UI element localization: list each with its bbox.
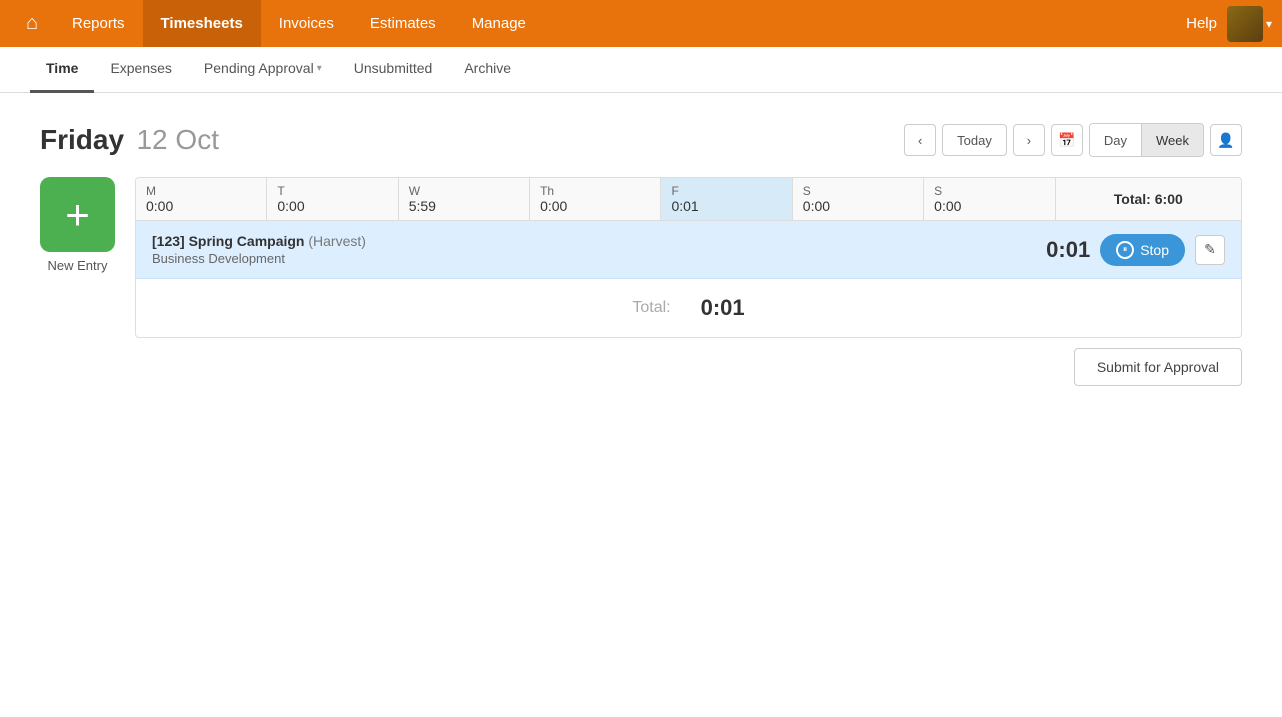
time-entry-row: [123] Spring Campaign (Harvest) Business… xyxy=(136,221,1241,279)
submit-for-approval-button[interactable]: Submit for Approval xyxy=(1074,348,1242,386)
new-entry-label: New Entry xyxy=(48,258,108,273)
mon-abbr: M xyxy=(146,184,256,198)
sub-nav: Time Expenses Pending Approval ▾ Unsubmi… xyxy=(0,47,1282,93)
date-controls: ‹ Today › 📅 Day Week 👤 xyxy=(904,123,1242,157)
entry-task: Business Development xyxy=(152,251,366,266)
total-label: Total: xyxy=(632,299,670,317)
new-entry-button[interactable]: + New Entry xyxy=(40,177,115,273)
sat-time: 0:00 xyxy=(803,198,913,214)
tab-expenses[interactable]: Expenses xyxy=(94,47,187,93)
nav-item-invoices[interactable]: Invoices xyxy=(261,0,352,47)
day-view-button[interactable]: Day xyxy=(1090,124,1142,156)
week-total-label: Total: xyxy=(1114,191,1151,207)
pending-approval-arrow: ▾ xyxy=(317,63,322,74)
week-day-mon: M 0:00 xyxy=(136,178,267,220)
week-day-tue: T 0:00 xyxy=(267,178,398,220)
week-day-fri: F 0:01 xyxy=(661,178,792,220)
top-nav: ⌂ Reports Timesheets Invoices Estimates … xyxy=(0,0,1282,47)
stop-icon: ⏸ xyxy=(1116,241,1134,259)
calendar-button[interactable]: 📅 xyxy=(1051,124,1083,156)
tab-time[interactable]: Time xyxy=(30,47,94,93)
tue-abbr: T xyxy=(277,184,387,198)
entry-time: 0:01 xyxy=(1046,237,1090,263)
new-entry-plus-icon: + xyxy=(40,177,115,252)
avatar-image xyxy=(1227,6,1263,42)
week-day-thu: Th 0:00 xyxy=(530,178,661,220)
user-dropdown-arrow: ▾ xyxy=(1266,17,1272,31)
prev-week-button[interactable]: ‹ xyxy=(904,124,936,156)
entry-right: 0:01 ⏸ Stop ✎ xyxy=(1046,234,1225,266)
home-icon: ⌂ xyxy=(26,12,38,35)
tue-time: 0:00 xyxy=(277,198,387,214)
entry-project-name: [123] Spring Campaign xyxy=(152,233,304,249)
total-value: 0:01 xyxy=(701,295,745,321)
tab-pending-approval[interactable]: Pending Approval ▾ xyxy=(188,47,338,93)
week-total-value: 6:00 xyxy=(1155,191,1183,207)
help-link[interactable]: Help xyxy=(1186,15,1217,32)
edit-icon: ✎ xyxy=(1204,241,1216,258)
day-date: 12 Oct xyxy=(136,124,218,155)
sun-abbr: S xyxy=(934,184,1044,198)
right-nav: Help ▾ xyxy=(1186,6,1272,42)
stop-button[interactable]: ⏸ Stop xyxy=(1100,234,1185,266)
next-week-button[interactable]: › xyxy=(1013,124,1045,156)
tab-archive[interactable]: Archive xyxy=(448,47,527,93)
home-button[interactable]: ⌂ xyxy=(10,0,54,47)
week-day-wed: W 5:59 xyxy=(399,178,530,220)
nav-item-reports[interactable]: Reports xyxy=(54,0,143,47)
main-content: Friday 12 Oct ‹ Today › 📅 Day Week 👤 + N… xyxy=(0,93,1282,717)
thu-time: 0:00 xyxy=(540,198,650,214)
entry-client-label: (Harvest) xyxy=(308,233,366,249)
tab-unsubmitted[interactable]: Unsubmitted xyxy=(338,47,449,93)
thu-abbr: Th xyxy=(540,184,650,198)
user-menu[interactable]: ▾ xyxy=(1227,6,1272,42)
sun-time: 0:00 xyxy=(934,198,1044,214)
fri-time: 0:01 xyxy=(671,198,781,214)
week-view-button[interactable]: Week xyxy=(1142,124,1203,156)
week-total: Total: 6:00 xyxy=(1056,178,1242,220)
date-header: Friday 12 Oct ‹ Today › 📅 Day Week 👤 xyxy=(40,123,1242,157)
wed-abbr: W xyxy=(409,184,519,198)
calendar-icon: 📅 xyxy=(1058,132,1075,149)
week-day-sun: S 0:00 xyxy=(924,178,1055,220)
fri-abbr: F xyxy=(671,184,781,198)
view-toggle-group: Day Week xyxy=(1089,123,1204,157)
nav-item-timesheets[interactable]: Timesheets xyxy=(143,0,261,47)
team-button[interactable]: 👤 xyxy=(1210,124,1242,156)
today-button[interactable]: Today xyxy=(942,124,1007,156)
entry-project: [123] Spring Campaign (Harvest) xyxy=(152,233,366,249)
sat-abbr: S xyxy=(803,184,913,198)
nav-item-estimates[interactable]: Estimates xyxy=(352,0,454,47)
week-header: M 0:00 T 0:00 W 5:59 Th 0:00 xyxy=(136,178,1241,221)
stop-label: Stop xyxy=(1140,242,1169,258)
mon-time: 0:00 xyxy=(146,198,256,214)
nav-item-manage[interactable]: Manage xyxy=(454,0,544,47)
time-section: + New Entry M 0:00 T 0:00 W xyxy=(40,177,1242,396)
avatar xyxy=(1227,6,1263,42)
day-name: Friday xyxy=(40,124,124,155)
wed-time: 5:59 xyxy=(409,198,519,214)
team-icon: 👤 xyxy=(1217,132,1234,149)
submit-area: Submit for Approval xyxy=(135,338,1242,396)
week-grid-container: M 0:00 T 0:00 W 5:59 Th 0:00 xyxy=(135,177,1242,396)
total-row: Total: 0:01 xyxy=(136,279,1241,337)
week-day-sat: S 0:00 xyxy=(793,178,924,220)
date-title: Friday 12 Oct xyxy=(40,124,219,156)
week-grid: M 0:00 T 0:00 W 5:59 Th 0:00 xyxy=(135,177,1242,338)
entry-info: [123] Spring Campaign (Harvest) Business… xyxy=(152,233,366,266)
edit-entry-button[interactable]: ✎ xyxy=(1195,235,1225,265)
